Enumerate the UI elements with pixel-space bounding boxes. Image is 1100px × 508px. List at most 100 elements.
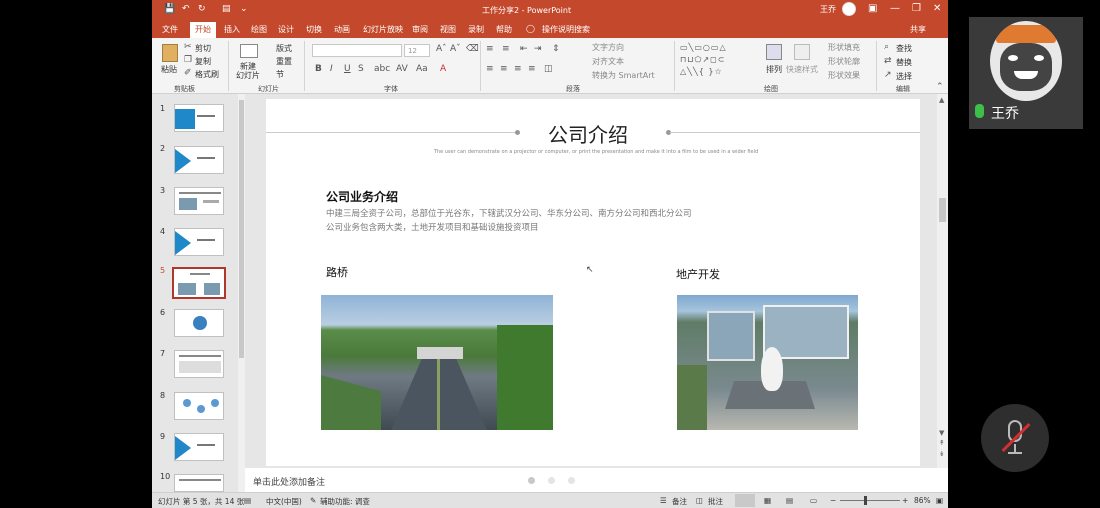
tab-draw[interactable]: 绘图 bbox=[251, 24, 267, 35]
notes-placeholder[interactable]: 单击此处添加备注 bbox=[253, 475, 325, 488]
slide-canvas[interactable]: 公司介绍 The user can demonstrate on a proje… bbox=[266, 99, 920, 466]
strikethrough-icon[interactable]: abc bbox=[374, 64, 390, 74]
shape-outline-button[interactable]: 形状轮廓 bbox=[828, 56, 860, 67]
arrange-icon[interactable] bbox=[766, 44, 782, 60]
zoom-slider[interactable] bbox=[840, 500, 900, 501]
select-button[interactable]: 选择 bbox=[896, 71, 912, 82]
zoom-slider-thumb[interactable] bbox=[864, 496, 867, 505]
slide-thumbnail[interactable] bbox=[174, 350, 224, 378]
body-text-line1[interactable]: 中建三局全资子公司，总部位于光谷东，下辖武汉分公司、华东分公司、南方分公司和西北… bbox=[326, 207, 692, 219]
slide-sorter-icon[interactable]: ▦ bbox=[764, 496, 771, 505]
grow-font-icon[interactable]: Aˆ bbox=[436, 44, 447, 54]
participant-video-tile[interactable]: 王乔 bbox=[969, 17, 1083, 129]
zoom-level[interactable]: 86% bbox=[914, 496, 931, 505]
tab-record[interactable]: 录制 bbox=[468, 24, 484, 35]
layout-button[interactable]: 版式 bbox=[276, 43, 292, 54]
numbering-icon[interactable]: ≡ bbox=[502, 44, 510, 54]
slide-thumbnail[interactable] bbox=[174, 392, 224, 420]
font-size-box[interactable]: 12 bbox=[404, 44, 430, 57]
mute-toggle-button[interactable] bbox=[981, 404, 1049, 472]
comments-button[interactable]: 批注 bbox=[708, 496, 723, 507]
close-icon[interactable]: ✕ bbox=[933, 3, 941, 14]
columns-icon[interactable]: ◫ bbox=[544, 64, 553, 74]
zoom-in-icon[interactable]: + bbox=[902, 496, 908, 505]
shrink-font-icon[interactable]: Aˇ bbox=[450, 44, 461, 54]
slide-thumbnail[interactable] bbox=[174, 104, 224, 132]
new-slide-icon[interactable] bbox=[240, 44, 258, 58]
quick-styles-icon[interactable] bbox=[794, 44, 810, 60]
slideshow-icon[interactable]: ▭ bbox=[810, 496, 817, 505]
tell-me-search[interactable]: 操作说明搜索 bbox=[542, 24, 590, 35]
label-real-estate[interactable]: 地产开发 bbox=[676, 266, 720, 282]
slide-title[interactable]: 公司介绍 bbox=[548, 119, 628, 148]
font-name-box[interactable] bbox=[312, 44, 402, 57]
presentation-icon[interactable]: ▤ bbox=[222, 4, 231, 14]
slide-scrollbar[interactable]: ▲ ▼ ↟ ↡ bbox=[937, 94, 948, 468]
format-painter-button[interactable]: 格式刷 bbox=[195, 69, 219, 80]
slide-thumbnail[interactable] bbox=[174, 474, 224, 492]
slide-thumbnail[interactable] bbox=[174, 187, 224, 215]
section-button[interactable]: 节 bbox=[276, 69, 284, 80]
highway-photo[interactable] bbox=[321, 295, 553, 430]
slide-thumbnail[interactable] bbox=[174, 146, 224, 174]
italic-icon[interactable]: I bbox=[330, 64, 333, 74]
shape-effects-button[interactable]: 形状效果 bbox=[828, 70, 860, 81]
ribbon-display-icon[interactable]: ▣ bbox=[868, 3, 877, 14]
slide-thumbnail[interactable] bbox=[174, 433, 224, 461]
tab-animations[interactable]: 动画 bbox=[334, 24, 350, 35]
scrollbar-thumb[interactable] bbox=[239, 100, 244, 358]
underline-icon[interactable]: U bbox=[344, 64, 351, 74]
line-spacing-icon[interactable]: ⇕ bbox=[552, 44, 560, 54]
quick-styles-button[interactable]: 快速样式 bbox=[786, 64, 818, 75]
slide-subtitle[interactable]: The user can demonstrate on a projector … bbox=[386, 149, 806, 155]
scroll-up-icon[interactable]: ▲ bbox=[939, 96, 944, 104]
spellcheck-icon[interactable]: ▤ bbox=[244, 496, 251, 505]
redo-icon[interactable]: ↻ bbox=[198, 4, 206, 14]
convert-smartart-button[interactable]: 转换为 SmartArt bbox=[592, 70, 655, 81]
font-color-icon[interactable]: A bbox=[440, 64, 446, 74]
tab-slideshow[interactable]: 幻灯片放映 bbox=[363, 24, 403, 35]
decrease-indent-icon[interactable]: ⇤ bbox=[520, 44, 528, 54]
customize-toolbar-icon[interactable]: ⌄ bbox=[240, 4, 248, 14]
reset-button[interactable]: 重置 bbox=[276, 56, 292, 67]
slide-thumbnail[interactable] bbox=[174, 228, 224, 256]
tab-view[interactable]: 视图 bbox=[440, 24, 456, 35]
fit-slide-icon[interactable]: ▣ bbox=[936, 496, 943, 505]
tab-design[interactable]: 设计 bbox=[278, 24, 294, 35]
align-center-icon[interactable]: ≡ bbox=[500, 64, 508, 74]
paste-button[interactable]: 粘贴 bbox=[161, 64, 177, 75]
notes-button[interactable]: 备注 bbox=[672, 496, 687, 507]
cut-button[interactable]: 剪切 bbox=[195, 43, 211, 54]
tab-file[interactable]: 文件 bbox=[162, 24, 178, 35]
account-name[interactable]: 王乔 bbox=[820, 4, 836, 15]
minimize-icon[interactable]: — bbox=[890, 3, 900, 14]
tab-transitions[interactable]: 切换 bbox=[306, 24, 322, 35]
next-slide-icon[interactable]: ↡ bbox=[939, 450, 945, 458]
align-text-button[interactable]: 对齐文本 bbox=[592, 56, 624, 67]
undo-icon[interactable]: ↶ bbox=[182, 4, 190, 14]
tab-review[interactable]: 审阅 bbox=[412, 24, 428, 35]
text-direction-button[interactable]: 文字方向 bbox=[592, 42, 624, 53]
label-roads-bridges[interactable]: 路桥 bbox=[326, 264, 348, 280]
shapes-gallery[interactable]: ▭╲▭○▭△ ⊓⊔⬠↗◻⊂ △╲╲{ }☆ bbox=[680, 42, 756, 80]
align-right-icon[interactable]: ≡ bbox=[514, 64, 522, 74]
slide-thumbnail-selected[interactable] bbox=[172, 267, 226, 299]
collapse-ribbon-icon[interactable]: ⌃ bbox=[936, 82, 944, 92]
slide-thumbnail[interactable] bbox=[174, 309, 224, 337]
reading-view-icon[interactable]: ▤ bbox=[786, 496, 793, 505]
justify-icon[interactable]: ≡ bbox=[528, 64, 536, 74]
char-spacing-icon[interactable]: AV bbox=[396, 64, 408, 74]
bold-icon[interactable]: B bbox=[315, 64, 322, 74]
notes-pane[interactable]: 单击此处添加备注 bbox=[245, 468, 948, 492]
shape-fill-button[interactable]: 形状填充 bbox=[828, 42, 860, 53]
tab-help[interactable]: 帮助 bbox=[496, 24, 512, 35]
accessibility-status[interactable]: 辅助功能: 调查 bbox=[320, 496, 370, 507]
real-estate-photo[interactable] bbox=[677, 295, 858, 430]
prev-slide-icon[interactable]: ↟ bbox=[939, 439, 945, 447]
normal-view-icon[interactable] bbox=[735, 494, 755, 507]
find-button[interactable]: 查找 bbox=[896, 43, 912, 54]
language-status[interactable]: 中文(中国) bbox=[266, 496, 302, 507]
arrange-button[interactable]: 排列 bbox=[766, 64, 782, 75]
align-left-icon[interactable]: ≡ bbox=[486, 64, 494, 74]
section-heading[interactable]: 公司业务介绍 bbox=[326, 188, 398, 205]
